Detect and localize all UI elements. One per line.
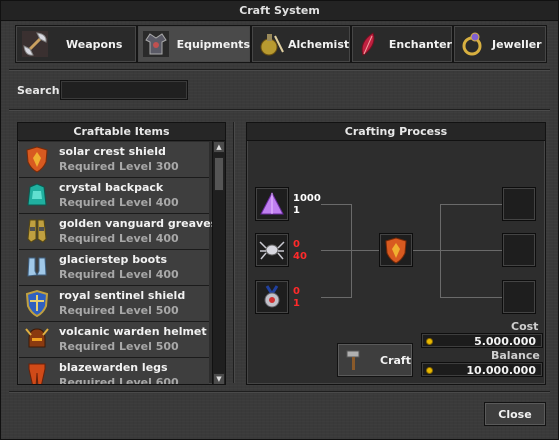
axe-icon [18,27,52,61]
result-slot[interactable] [379,233,413,267]
connector-line [351,204,352,298]
crafting-process-header: Crafting Process [247,123,545,141]
tab-label: Alchemist [288,37,350,51]
craft-label: Craft [380,353,411,367]
helmet-icon [25,328,49,348]
category-tabs: Weapons Equipments Alchemist Enchanter J… [15,25,547,63]
ring-icon [456,27,490,61]
tab-label: Jeweller [492,37,542,51]
search-label: Search [17,84,60,97]
spider-icon [259,241,285,260]
scroll-up-icon[interactable]: ▲ [213,141,225,153]
divider [9,391,550,393]
tab-jeweller[interactable]: Jeweller [453,25,547,63]
ingredient-have: 0 [293,286,300,297]
armor-icon [140,27,173,61]
cost-label: Cost [511,320,539,333]
ingredient-need: 40 [293,251,307,262]
item-name: solar crest shield [59,145,166,158]
ingredient-slot[interactable] [255,280,289,314]
list-item[interactable]: solar crest shield Required Level 300 [19,142,209,178]
list-item[interactable]: glacierstep boots Required Level 400 [19,250,209,286]
craftable-items-panel: Craftable Items solar crest shield Requi… [17,122,226,385]
shield-icon [385,237,407,264]
search-input[interactable] [60,80,188,100]
shield-icon [26,146,48,173]
connector-line [321,250,351,251]
tab-equipments[interactable]: Equipments [137,25,251,63]
divider [9,109,550,111]
coin-icon [426,367,433,374]
tab-label: Equipments [176,37,250,51]
list-item[interactable]: crystal backpack Required Level 400 [19,178,209,214]
divider [9,69,550,71]
item-name: volcanic warden helmet [59,325,207,338]
item-level: Required Level 400 [59,196,179,209]
hammer-icon [346,350,360,370]
item-level: Required Level 500 [59,340,179,353]
connector-line [440,297,502,298]
ingredient-need: 1 [293,298,300,309]
item-name: glacierstep boots [59,253,168,266]
list-item[interactable]: golden vanguard greaves Required Level 4… [19,214,217,250]
connector-line [321,297,351,298]
item-level: Required Level 400 [59,232,179,245]
craft-window: Craft System Weapons Equipments Alchemis… [0,0,559,440]
tab-alchemist[interactable]: Alchemist [251,25,351,63]
item-name: blazewarden legs [59,361,168,374]
item-level: Required Level 600 [59,376,179,385]
medal-icon [264,285,280,308]
ingredient-slot[interactable] [255,233,289,267]
window-title: Craft System [1,1,558,21]
balance-value: 10.000.000 [421,362,543,377]
list-item[interactable]: volcanic warden helmet Required Level 50… [19,322,209,358]
potion-icon [254,27,288,61]
panel-separator [233,122,235,383]
ingredient-have: 1000 [293,193,321,204]
greaves-icon [27,219,47,243]
tab-label: Enchanter [388,37,452,51]
craft-button[interactable]: Craft [337,343,413,377]
tab-enchanter[interactable]: Enchanter [351,25,453,63]
connector-line [321,204,351,205]
output-slot[interactable] [502,187,536,221]
pyramid-icon [260,191,284,215]
item-name: crystal backpack [59,181,164,194]
cost-value: 5.000.000 [421,333,543,348]
connector-line [440,250,502,251]
connector-line [440,204,502,205]
connector-line [440,204,441,298]
scroll-thumb[interactable] [214,157,224,191]
item-name: royal sentinel shield [59,289,186,302]
items-scrollbar[interactable]: ▲ ▼ [212,141,225,384]
boots-icon [27,257,47,277]
legs-icon [28,363,46,384]
tab-label: Weapons [66,37,123,51]
royal-shield-icon [25,289,49,317]
item-level: Required Level 500 [59,304,179,317]
list-item[interactable]: royal sentinel shield Required Level 500 [19,286,209,322]
connector-line [351,250,379,251]
balance-label: Balance [491,349,540,362]
output-slot[interactable] [502,280,536,314]
close-button[interactable]: Close [484,402,546,426]
ingredient-need: 1 [293,205,300,216]
list-item[interactable]: blazewarden legs Required Level 600 [19,358,209,385]
item-level: Required Level 400 [59,268,179,281]
ingredient-have: 0 [293,239,300,250]
coin-icon [426,338,433,345]
craftable-items-header: Craftable Items [18,123,225,141]
output-slot[interactable] [502,233,536,267]
tab-weapons[interactable]: Weapons [15,25,137,63]
backpack-icon [27,183,47,206]
item-level: Required Level 300 [59,160,179,173]
item-name: golden vanguard greaves [59,217,218,230]
crafting-process-panel: Crafting Process 1000 1 0 40 0 1 Craft C… [246,122,546,385]
scroll-down-icon[interactable]: ▼ [213,373,225,384]
ingredient-slot[interactable] [255,187,289,221]
connector-line [413,250,441,251]
feather-icon [354,27,385,61]
